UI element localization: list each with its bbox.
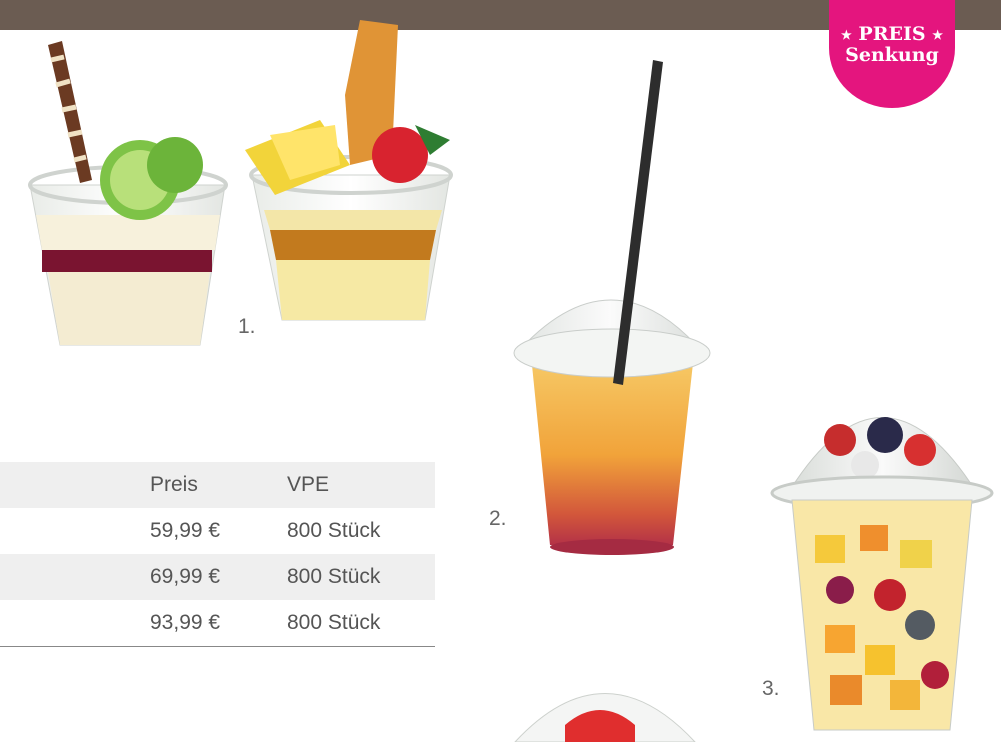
- table-header-row: Preis VPE: [0, 462, 435, 508]
- column-header-product: [0, 462, 150, 508]
- dessert-cups-image: [28, 20, 453, 346]
- photo-label-2: 2.: [489, 507, 507, 530]
- product-cell: [0, 508, 150, 554]
- price-cell: 69,99 €: [150, 565, 221, 588]
- product-cell: [0, 600, 150, 647]
- vpe-cell: 800 Stück: [287, 565, 381, 588]
- photo-label-3: 3.: [762, 677, 780, 700]
- photo-label-1: 1.: [238, 315, 256, 338]
- price-reduction-badge: ★ PREIS ★ Senkung: [829, 0, 955, 108]
- dessert-cup-right: [245, 20, 453, 321]
- vpe-cell: 800 Stück: [287, 519, 381, 542]
- table-row: 69,99 € 800 Stück: [0, 554, 435, 600]
- column-header-price: Preis: [150, 473, 198, 496]
- vpe-cell: 800 Stück: [287, 600, 435, 647]
- star-icon: ★: [841, 28, 852, 42]
- column-header-vpe: VPE: [287, 473, 330, 496]
- badge-line-1: PREIS: [858, 23, 926, 45]
- table-row: 93,99 € 800 Stück: [0, 600, 435, 647]
- badge-line-2: Senkung: [845, 44, 939, 66]
- berry-cup-partial-image: [514, 693, 696, 742]
- product-cell: [0, 554, 150, 600]
- star-icon: ★: [932, 28, 943, 42]
- table-row: 59,99 € 800 Stück: [0, 508, 435, 554]
- dessert-cup-left: [28, 41, 228, 346]
- price-cell: 59,99 €: [150, 519, 221, 542]
- price-table: Preis VPE 59,99 € 800 Stück 69,99 € 800 …: [0, 462, 435, 647]
- smoothie-cup-image: [513, 60, 711, 555]
- fruit-salad-cup-image: [770, 417, 994, 731]
- price-cell: 93,99 €: [150, 600, 287, 647]
